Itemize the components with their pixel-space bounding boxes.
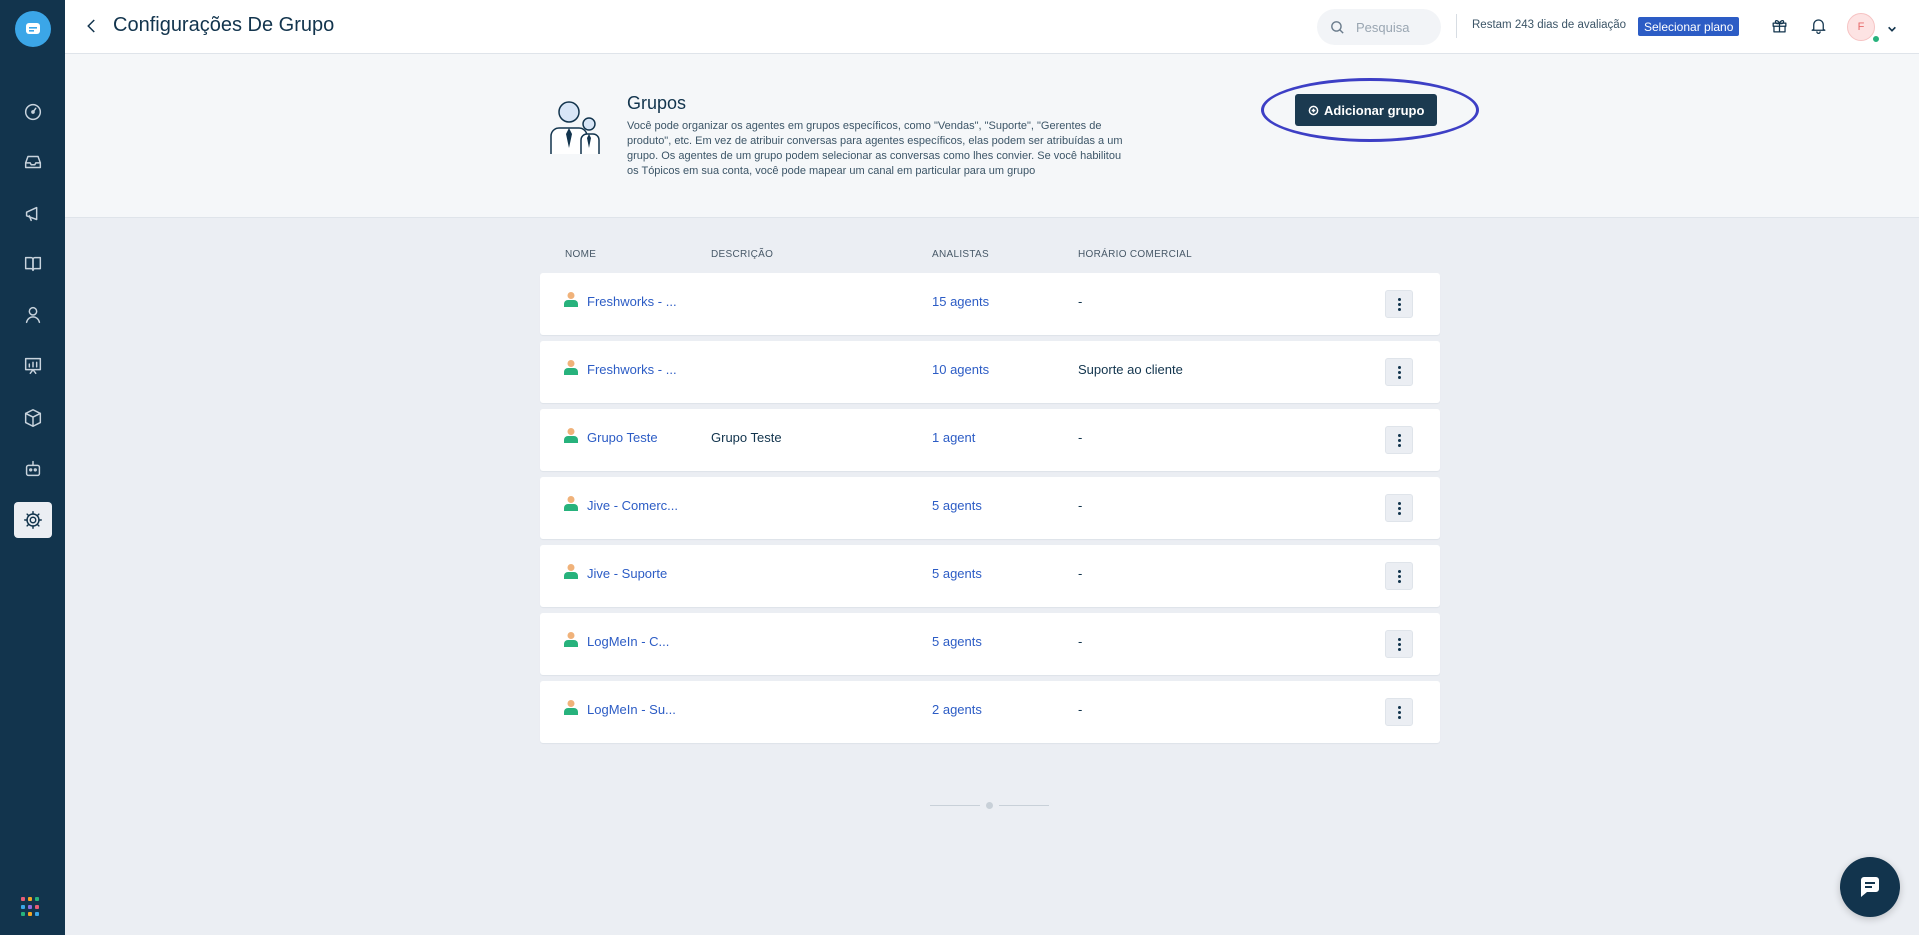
left-sidebar xyxy=(0,0,65,935)
apps-grid-icon[interactable] xyxy=(21,897,41,917)
group-business-hours: - xyxy=(1078,294,1083,309)
table-row[interactable]: LogMeIn - Su... 2 agents - xyxy=(540,681,1440,743)
search-input[interactable]: Pesquisa xyxy=(1317,9,1441,45)
table-row[interactable]: Jive - Comerc... 5 agents - xyxy=(540,477,1440,539)
user-group-icon xyxy=(564,428,578,443)
chevron-down-icon[interactable] xyxy=(1887,21,1899,33)
table-row[interactable]: Grupo Teste Grupo Teste 1 agent - xyxy=(540,409,1440,471)
search-icon xyxy=(1331,20,1344,34)
group-agents-link[interactable]: 5 agents xyxy=(932,634,982,649)
table-row[interactable]: Jive - Suporte 5 agents - xyxy=(540,545,1440,607)
table-row[interactable]: LogMeIn - C... 5 agents - xyxy=(540,613,1440,675)
settings-gear-icon[interactable] xyxy=(14,502,52,538)
group-agents-link[interactable]: 15 agents xyxy=(932,294,989,309)
groups-illustration-icon xyxy=(550,101,600,154)
group-description: Grupo Teste xyxy=(711,430,782,445)
column-header-name: NOME xyxy=(565,249,597,260)
online-status-dot xyxy=(1871,34,1881,44)
bot-icon[interactable] xyxy=(14,451,52,487)
group-name-link[interactable]: Freshworks - ... xyxy=(587,294,687,309)
more-options-icon[interactable] xyxy=(1385,630,1413,658)
column-header-description: DESCRIÇÃO xyxy=(711,249,774,260)
more-options-icon[interactable] xyxy=(1385,426,1413,454)
end-of-list-divider xyxy=(930,805,980,806)
chat-bubble-icon xyxy=(1861,877,1879,897)
group-name-link[interactable]: Jive - Suporte xyxy=(587,566,687,581)
group-agents-link[interactable]: 2 agents xyxy=(932,702,982,717)
groups-title: Grupos xyxy=(627,93,687,113)
marketplace-box-icon[interactable] xyxy=(14,400,52,436)
chat-widget-button[interactable] xyxy=(1840,857,1900,917)
more-options-icon[interactable] xyxy=(1385,698,1413,726)
group-business-hours: Suporte ao cliente xyxy=(1078,362,1183,377)
group-agents-link[interactable]: 5 agents xyxy=(932,566,982,581)
end-of-list-divider xyxy=(999,805,1049,806)
groups-description: Você pode organizar os agentes em grupos… xyxy=(627,120,1123,177)
table-row[interactable]: Freshworks - ... 15 agents - xyxy=(540,273,1440,335)
group-name-link[interactable]: Jive - Comerc... xyxy=(587,498,687,513)
add-group-label: Adicionar grupo xyxy=(1324,102,1425,118)
back-arrow-icon[interactable] xyxy=(80,14,104,38)
group-business-hours: - xyxy=(1078,430,1083,445)
header-divider xyxy=(1456,14,1457,38)
more-options-icon[interactable] xyxy=(1385,358,1413,386)
freshchat-logo-icon[interactable] xyxy=(15,11,51,47)
column-header-agents: ANALISTAS xyxy=(932,249,989,260)
user-group-icon xyxy=(564,564,578,579)
group-name-link[interactable]: LogMeIn - Su... xyxy=(587,702,687,717)
page-title: Configurações De Grupo xyxy=(113,14,335,36)
user-group-icon xyxy=(564,700,578,715)
group-agents-link[interactable]: 10 agents xyxy=(932,362,989,377)
more-options-icon[interactable] xyxy=(1385,290,1413,318)
dashboard-icon[interactable] xyxy=(14,94,52,130)
reports-icon[interactable] xyxy=(14,348,52,384)
gift-icon[interactable] xyxy=(1768,14,1790,36)
column-header-business-hours: HORÁRIO COMERCIAL xyxy=(1078,249,1193,260)
group-agents-link[interactable]: 1 agent xyxy=(932,430,975,445)
solutions-book-icon[interactable] xyxy=(14,246,52,282)
group-business-hours: - xyxy=(1078,566,1083,581)
group-name-link[interactable]: LogMeIn - C... xyxy=(587,634,687,649)
campaigns-icon[interactable] xyxy=(14,196,52,232)
group-name-link[interactable]: Freshworks - ... xyxy=(587,362,687,377)
top-header: Configurações De Grupo Pesquisa Restam 2… xyxy=(65,0,1919,54)
user-group-icon xyxy=(564,632,578,647)
more-options-icon[interactable] xyxy=(1385,562,1413,590)
user-group-icon xyxy=(564,360,578,375)
group-business-hours: - xyxy=(1078,634,1083,649)
end-of-list-dot xyxy=(986,802,993,809)
table-row[interactable]: Freshworks - ... 10 agents Suporte ao cl… xyxy=(540,341,1440,403)
notifications-bell-icon[interactable] xyxy=(1807,14,1829,36)
group-business-hours: - xyxy=(1078,702,1083,717)
user-group-icon xyxy=(564,292,578,307)
search-placeholder: Pesquisa xyxy=(1356,19,1410,35)
plus-circle-icon xyxy=(1308,105,1319,115)
group-agents-link[interactable]: 5 agents xyxy=(932,498,982,513)
add-group-button[interactable]: Adicionar grupo xyxy=(1295,94,1438,126)
more-options-icon[interactable] xyxy=(1385,494,1413,522)
group-name-link[interactable]: Grupo Teste xyxy=(587,430,687,445)
user-group-icon xyxy=(564,496,578,511)
contacts-icon[interactable] xyxy=(14,297,52,333)
trial-remaining-text: Restam 243 dias de avaliação xyxy=(1472,19,1627,31)
select-plan-button[interactable]: Selecionar plano xyxy=(1638,17,1740,36)
inbox-icon[interactable] xyxy=(14,144,52,180)
group-business-hours: - xyxy=(1078,498,1083,513)
